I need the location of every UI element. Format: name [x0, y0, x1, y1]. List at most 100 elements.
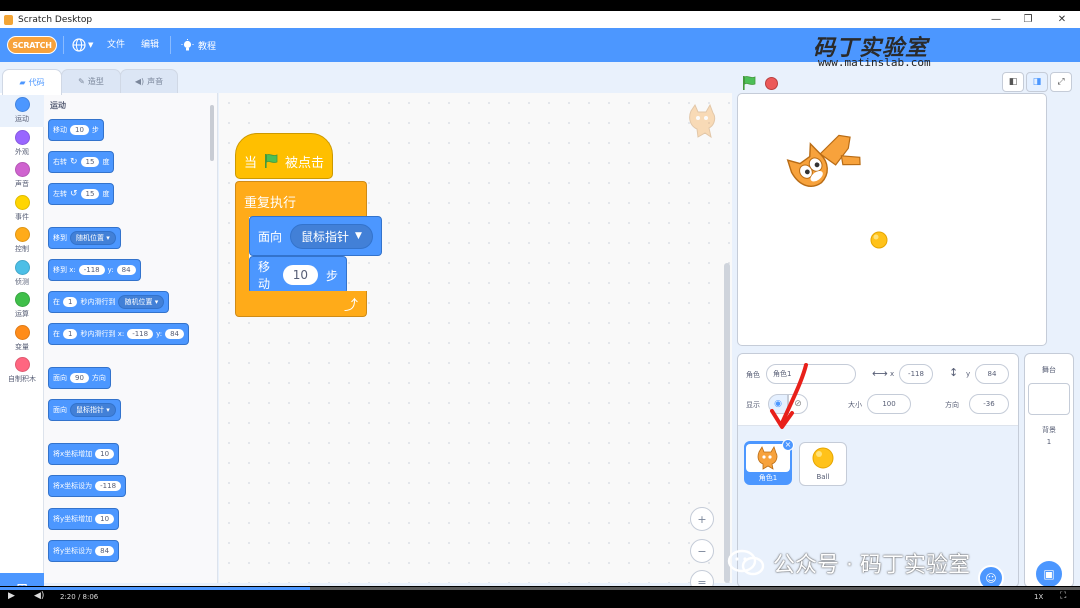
move-steps-block[interactable]: 移动 10 步 — [249, 256, 347, 294]
category-events[interactable]: 事件 — [0, 193, 44, 225]
normal-stage-button[interactable]: ◨ — [1026, 72, 1048, 92]
block-turn-left[interactable]: 左转 ↺ 15 度 — [48, 183, 115, 205]
y-field[interactable]: 84 — [975, 364, 1009, 384]
video-speed[interactable]: 1X — [1034, 593, 1043, 601]
close-button[interactable]: ✕ — [1045, 11, 1079, 28]
block-dropdown[interactable]: 鼠标指针 ▾ — [70, 403, 116, 417]
block-input[interactable]: 84 — [95, 546, 115, 556]
block-goto-xy[interactable]: 移到 x: -118 y: 84 — [48, 259, 141, 281]
maximize-button[interactable]: ❐ — [1011, 11, 1045, 28]
direction-label: 方向 — [945, 401, 959, 409]
tab-code[interactable]: ▰ 代码 — [2, 69, 62, 95]
fullscreen-icon[interactable]: ⛶ — [1060, 591, 1066, 601]
app-icon — [4, 14, 13, 25]
block-input[interactable]: 1 — [63, 329, 78, 339]
category-label: 外观 — [15, 148, 29, 156]
category-label: 变量 — [15, 343, 29, 351]
zoom-in-button[interactable]: + — [690, 507, 714, 531]
block-input[interactable]: -118 — [127, 329, 154, 339]
block-glide-xy[interactable]: 在 1 秒内滑行到 x: -118 y: 84 — [48, 323, 190, 345]
ball-sprite[interactable] — [870, 231, 888, 249]
block-input[interactable]: 10 — [70, 125, 89, 135]
block-input[interactable]: 15 — [80, 157, 100, 167]
sprite-thumb-cat[interactable]: 角色1 × — [744, 439, 794, 485]
brush-icon: ✎ — [78, 77, 85, 86]
when-flag-clicked-block[interactable]: 当 被点击 — [235, 133, 333, 179]
sprite-name-label: 角色 — [746, 371, 760, 379]
block-point-towards[interactable]: 面向 鼠标指针 ▾ — [48, 399, 121, 421]
block-dropdown[interactable]: 随机位置 ▾ — [118, 295, 165, 309]
zoom-out-button[interactable]: − — [690, 539, 714, 563]
block-text: 步 — [325, 268, 338, 283]
block-set-x[interactable]: 将x坐标设为 -118 — [48, 475, 127, 497]
palette-section-title: 运动 — [50, 101, 66, 110]
chevron-down-icon: ▼ — [355, 231, 362, 241]
block-text: 移动 — [258, 260, 271, 291]
scratch-logo[interactable]: SCRATCH — [7, 36, 57, 54]
green-flag-icon[interactable] — [741, 75, 757, 91]
script-area[interactable]: 当 被点击 重复执行 面向 鼠标指针 ▼ 移动 10 步 ⤴ + − = — [219, 93, 732, 594]
stage[interactable] — [737, 93, 1047, 346]
backdrop-thumbnail[interactable] — [1028, 383, 1070, 415]
palette-scrollbar[interactable] — [210, 105, 214, 161]
category-control[interactable]: 控制 — [0, 225, 44, 257]
block-glide[interactable]: 在 1 秒内滑行到 随机位置 ▾ — [48, 291, 170, 313]
block-dropdown[interactable]: 鼠标指针 ▼ — [290, 223, 373, 249]
category-variables[interactable]: 变量 — [0, 323, 44, 355]
script-scrollbar[interactable] — [724, 263, 730, 583]
small-stage-button[interactable]: ◧ — [1002, 72, 1024, 92]
play-icon[interactable]: ▶ — [8, 591, 15, 601]
block-change-y[interactable]: 将y坐标增加 10 — [48, 508, 120, 530]
tutorials-label: 教程 — [198, 41, 217, 52]
stop-button[interactable] — [765, 77, 778, 90]
wechat-icon — [727, 549, 765, 576]
tab-sounds[interactable]: ◀) 声音 — [120, 69, 178, 93]
point-towards-block[interactable]: 面向 鼠标指针 ▼ — [249, 216, 382, 256]
x-field[interactable]: -118 — [899, 364, 933, 384]
category-sound[interactable]: 声音 — [0, 160, 44, 192]
block-input[interactable]: 10 — [95, 514, 115, 524]
block-input[interactable]: 1 — [63, 297, 78, 307]
block-text: 面向 — [53, 406, 67, 414]
block-input[interactable]: -118 — [95, 481, 122, 491]
tab-costumes[interactable]: ✎ 造型 — [61, 69, 121, 93]
sprite-thumb-ball[interactable]: Ball — [799, 442, 847, 486]
language-menu[interactable]: ▼ — [72, 37, 98, 53]
category-looks[interactable]: 外观 — [0, 128, 44, 160]
tutorials-menu[interactable]: 教程 — [181, 37, 216, 53]
volume-icon[interactable]: ◀) — [34, 591, 44, 601]
size-field[interactable]: 100 — [867, 394, 911, 414]
minimize-button[interactable]: — — [979, 11, 1013, 28]
block-move-steps[interactable]: 移动 10 步 — [48, 119, 104, 141]
direction-field[interactable]: -36 — [969, 394, 1009, 414]
block-change-x[interactable]: 将x坐标增加 10 — [48, 443, 120, 465]
fullscreen-button[interactable]: ⤢ — [1050, 72, 1072, 92]
cat-sprite[interactable] — [786, 130, 870, 206]
small-stage-icon: ◧ — [1008, 77, 1018, 87]
category-motion[interactable]: 运动 — [0, 95, 44, 127]
forever-block[interactable]: 重复执行 面向 鼠标指针 ▼ 移动 10 步 ⤴ — [235, 181, 382, 327]
category-sensing[interactable]: 侦测 — [0, 258, 44, 290]
video-time: 2:20 / 8:06 — [60, 593, 99, 601]
block-input[interactable]: 90 — [70, 373, 89, 383]
block-turn-right[interactable]: 右转 ↻ 15 度 — [48, 151, 115, 173]
fullscreen-icon: ⤢ — [1057, 77, 1065, 87]
block-input[interactable]: -118 — [78, 265, 105, 275]
category-my-blocks[interactable]: 自制积木 — [0, 355, 44, 387]
block-input[interactable]: 10 — [95, 449, 115, 459]
file-menu[interactable]: 文件 — [107, 38, 125, 52]
edit-menu[interactable]: 编辑 — [141, 38, 159, 52]
category-operators[interactable]: 运算 — [0, 290, 44, 322]
block-input[interactable]: 10 — [282, 265, 318, 285]
block-text: 移动 — [53, 126, 67, 134]
block-input[interactable]: 15 — [80, 189, 100, 199]
block-goto[interactable]: 移到 随机位置 ▾ — [48, 227, 121, 249]
block-input[interactable]: 84 — [116, 265, 136, 275]
ball-thumb-icon — [812, 447, 834, 469]
block-set-y[interactable]: 将y坐标设为 84 — [48, 540, 120, 562]
block-point-direction[interactable]: 面向 90 方向 — [48, 367, 111, 389]
block-input[interactable]: 84 — [165, 329, 185, 339]
block-dropdown[interactable]: 随机位置 ▾ — [70, 231, 116, 245]
category-label: 控制 — [15, 245, 29, 253]
tab-costumes-label: 造型 — [87, 77, 104, 86]
